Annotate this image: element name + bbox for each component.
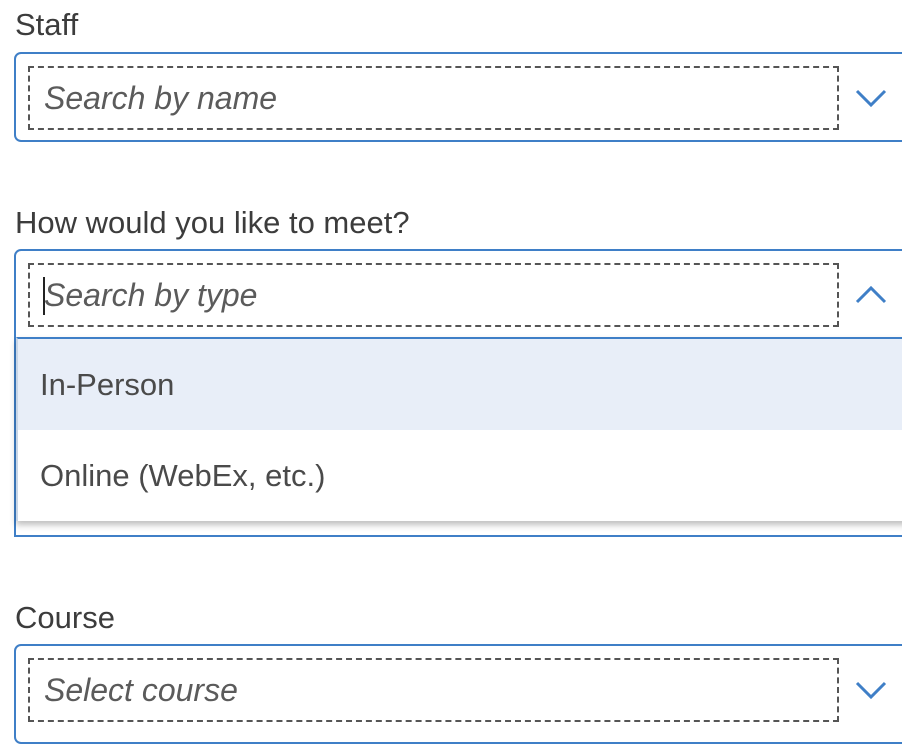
course-combobox[interactable] xyxy=(14,644,902,744)
meeting-search-input[interactable] xyxy=(44,276,837,314)
staff-search-field[interactable] xyxy=(28,66,839,130)
meeting-options-listbox: In-Person Online (WebEx, etc.) xyxy=(16,337,902,521)
course-select-input[interactable] xyxy=(44,671,837,709)
option-online[interactable]: Online (WebEx, etc.) xyxy=(18,430,902,521)
staff-combobox[interactable] xyxy=(14,52,902,142)
meeting-search-field[interactable] xyxy=(28,263,839,327)
chevron-down-icon[interactable] xyxy=(851,80,891,116)
course-select-field[interactable] xyxy=(28,658,839,722)
chevron-up-icon[interactable] xyxy=(851,277,891,313)
staff-search-input[interactable] xyxy=(44,79,837,117)
staff-label: Staff xyxy=(15,7,79,42)
meeting-label: How would you like to meet? xyxy=(15,205,410,240)
chevron-down-icon[interactable] xyxy=(851,672,891,708)
text-cursor xyxy=(43,277,45,315)
course-label: Course xyxy=(15,600,115,635)
option-in-person[interactable]: In-Person xyxy=(18,339,902,430)
